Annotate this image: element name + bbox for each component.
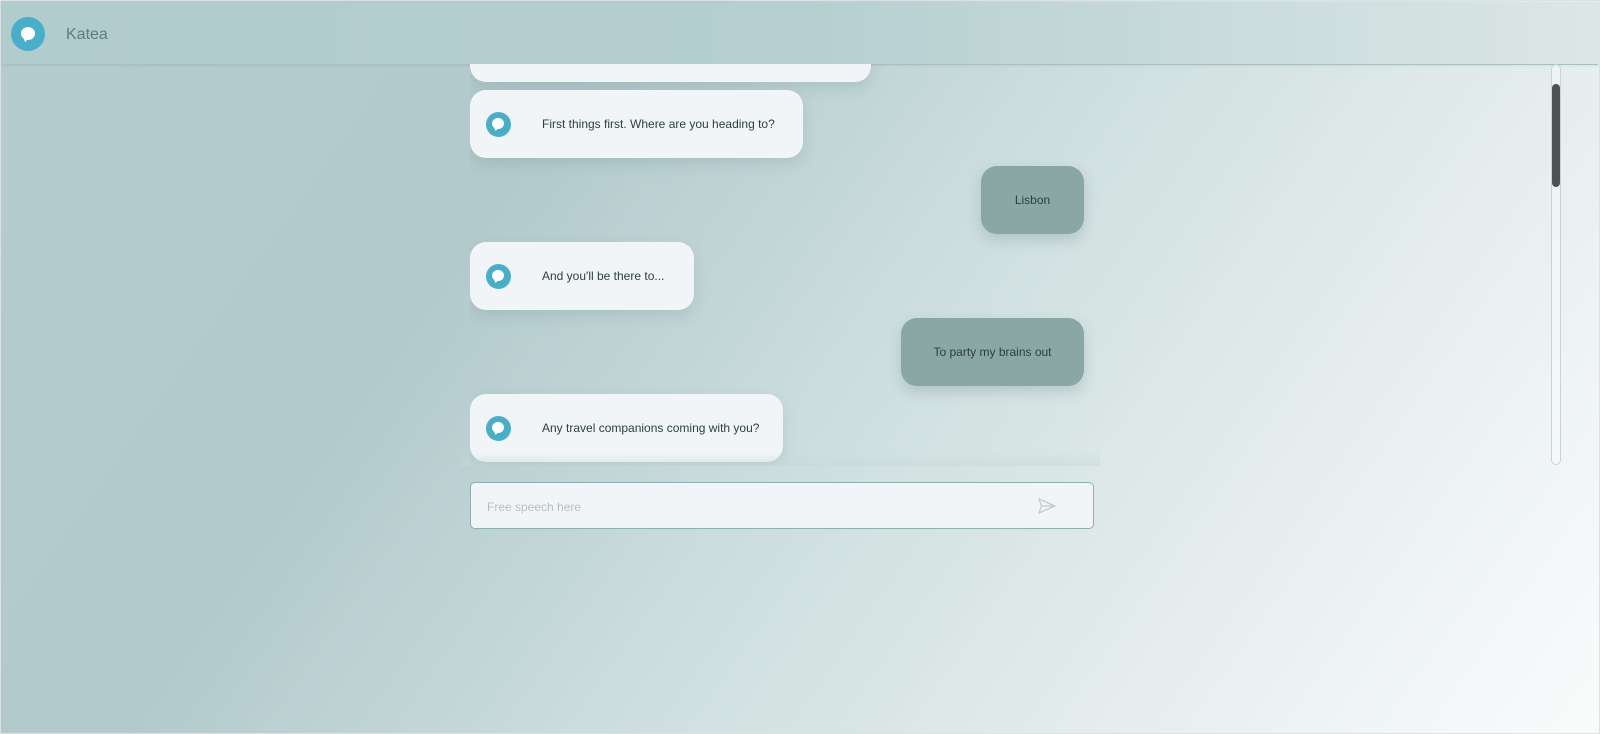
composer: [470, 482, 1094, 529]
chat-bubble-icon: [486, 112, 511, 137]
message-bot: First things first. Where are you headin…: [470, 90, 803, 158]
message-text: First things first. Where are you headin…: [542, 117, 775, 131]
chat-bubble-icon: [486, 416, 511, 441]
chat-bubble-icon[interactable]: [11, 17, 45, 51]
app-header: Katea: [2, 2, 1598, 65]
message-bot: And you'll be there to...: [470, 242, 694, 310]
chat-history[interactable]: First things first. Where are you headin…: [470, 64, 1100, 466]
message-text: Lisbon: [1014, 193, 1051, 207]
chat-bubble-icon: [486, 264, 511, 289]
message-bot: [470, 64, 871, 82]
message-text: Any travel companions coming with you?: [542, 421, 760, 435]
message-text: To party my brains out: [933, 345, 1052, 359]
message-user: Lisbon: [981, 166, 1084, 234]
scrollbar-thumb[interactable]: [1552, 84, 1560, 187]
message-text: And you'll be there to...: [542, 269, 665, 283]
chat-fade-overlay: [460, 452, 1100, 466]
chat-scrollbar[interactable]: [1551, 64, 1561, 465]
message-user: To party my brains out: [901, 318, 1084, 386]
app-title: Katea: [66, 26, 108, 43]
send-icon[interactable]: [1037, 497, 1057, 515]
message-input[interactable]: [485, 493, 1029, 521]
